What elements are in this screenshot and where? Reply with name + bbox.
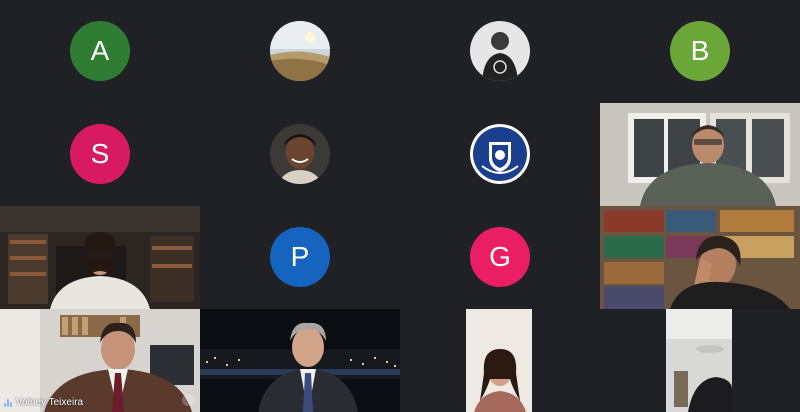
participant-name: Volney Teixeira	[16, 397, 84, 408]
man-suit-night-city-video	[200, 309, 400, 412]
man-at-home-video	[600, 103, 800, 206]
participant-video[interactable]	[466, 309, 532, 412]
participant-avatar-s: S	[70, 124, 130, 184]
participant-tile[interactable]: B	[600, 0, 800, 103]
participant-avatar-b: B	[670, 21, 730, 81]
audio-level-icon	[4, 398, 12, 407]
participant-tile[interactable]	[200, 0, 400, 103]
participant-avatar-photo	[470, 21, 530, 81]
man-dim-room-video	[666, 309, 732, 412]
man-bookshelf-thinking-video	[600, 206, 800, 309]
participant-video[interactable]	[0, 206, 200, 309]
participant-tile[interactable]	[200, 103, 400, 206]
person-portrait-image	[470, 21, 530, 81]
participant-avatar-photo	[270, 21, 330, 81]
participant-video[interactable]: Volney Teixeira	[0, 309, 200, 412]
participant-tile[interactable]: G	[400, 206, 600, 309]
participant-avatar-a: A	[70, 21, 130, 81]
young-woman-video	[466, 309, 532, 412]
smiling-woman-image	[270, 124, 330, 184]
participant-name-tag: Volney Teixeira	[4, 397, 83, 408]
participant-avatar-photo	[470, 124, 530, 184]
participant-tile[interactable]	[400, 103, 600, 206]
more-options-icon[interactable]	[182, 394, 194, 406]
participant-tile[interactable]: S	[0, 103, 200, 206]
participant-video[interactable]	[600, 103, 800, 206]
participant-avatar-g: G	[470, 227, 530, 287]
participant-video[interactable]	[666, 309, 732, 412]
participant-tile[interactable]: P	[200, 206, 400, 309]
woman-bookshelf-video	[0, 206, 200, 309]
sky-landscape-image	[270, 21, 330, 81]
participant-video[interactable]	[600, 206, 800, 309]
participant-tile[interactable]: A	[0, 0, 200, 103]
participant-video[interactable]	[200, 309, 400, 412]
participant-avatar-photo	[270, 124, 330, 184]
crest-emblem-image	[470, 124, 530, 184]
participant-tile[interactable]	[400, 0, 600, 103]
participant-avatar-p: P	[270, 227, 330, 287]
